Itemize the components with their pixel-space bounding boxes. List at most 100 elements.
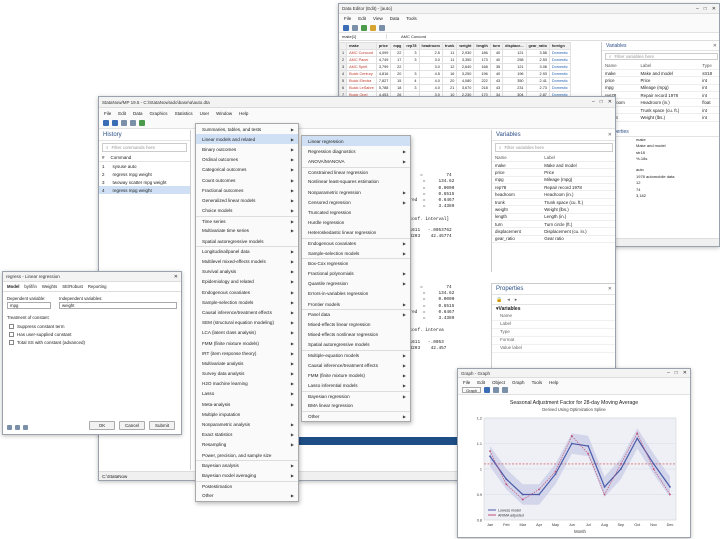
grid-cell[interactable]: 17 bbox=[390, 56, 405, 64]
save-icon[interactable] bbox=[343, 24, 349, 31]
variables-filter-input[interactable]: ⌕ Filter variables here bbox=[495, 143, 613, 152]
statistics-menu-item[interactable]: Bayesian analysis ▶ bbox=[196, 460, 298, 470]
close-icon[interactable]: ✕ bbox=[608, 99, 612, 105]
grid-cell[interactable]: Domestic bbox=[548, 63, 571, 71]
graph-menu-help[interactable]: Help bbox=[549, 380, 558, 385]
grid-cell[interactable]: AMC Concord bbox=[346, 49, 377, 57]
graph-menu-edit[interactable]: Edit bbox=[477, 380, 485, 385]
variable-row[interactable]: rep78 Repair record 1978 bbox=[492, 183, 615, 192]
independent-variables-input[interactable]: weight bbox=[59, 302, 177, 309]
statistics-menu-item[interactable]: Resampling ▶ bbox=[196, 440, 298, 450]
submit-button[interactable]: Submit bbox=[149, 421, 175, 430]
grid-cell[interactable]: 3 bbox=[403, 70, 420, 78]
reset-icon[interactable] bbox=[15, 425, 20, 430]
statistics-menu-item[interactable]: Categorical outcomes ▶ bbox=[196, 165, 298, 175]
grid-cell[interactable]: 3,350 bbox=[456, 56, 475, 64]
statistics-menu-item[interactable]: Survival analysis ▶ bbox=[196, 267, 298, 277]
variable-row[interactable]: trunkTrunk space (cu. ft.)int bbox=[602, 106, 719, 115]
statistics-menu-item[interactable]: Binary outcomes ▶ bbox=[196, 144, 298, 154]
grid-cell[interactable]: 168 bbox=[473, 63, 491, 71]
constant-option-checkbox[interactable]: Suppress constant term bbox=[9, 322, 175, 330]
grid-column-header[interactable]: price bbox=[375, 42, 392, 50]
property-field[interactable]: Value label bbox=[492, 345, 615, 353]
maximize-icon[interactable]: □ bbox=[704, 6, 707, 12]
variable-row[interactable]: price Price int bbox=[602, 76, 719, 85]
grid-cell[interactable]: 4 bbox=[403, 77, 420, 85]
log-icon[interactable] bbox=[130, 120, 136, 126]
grid-cell[interactable]: 43 bbox=[489, 77, 504, 85]
grid-cell[interactable]: 3 bbox=[403, 56, 420, 64]
grid-cell[interactable]: 3.0 bbox=[418, 63, 443, 71]
statistics-menu-item[interactable]: FMM (finite mixture models) ▶ bbox=[196, 338, 298, 348]
data-editor-variables-filter[interactable]: ⌕ Filter variables here bbox=[605, 53, 718, 60]
grid-cell[interactable]: 15 bbox=[390, 77, 405, 85]
history-item[interactable]: 4 regress mpg weight bbox=[99, 186, 190, 194]
grid-row-number[interactable]: 6 bbox=[339, 84, 348, 92]
statistics-menu-item[interactable]: Count outcomes ▶ bbox=[196, 175, 298, 185]
variables-icon[interactable] bbox=[361, 24, 367, 31]
grid-cell[interactable]: 196 bbox=[473, 70, 491, 78]
menu-statistics[interactable]: Statistics bbox=[175, 111, 193, 116]
grid-cell[interactable]: 40 bbox=[489, 56, 504, 64]
linear-menu-item[interactable]: Mixed-effects linear regression bbox=[302, 319, 410, 329]
grid-cell[interactable]: 12 bbox=[441, 63, 458, 71]
grid-cell[interactable]: 11 bbox=[441, 56, 458, 64]
variable-row[interactable]: headroomHeadroom (in.)float bbox=[602, 98, 719, 107]
grid-column-header[interactable]: weight bbox=[456, 42, 475, 50]
dialog-tab[interactable]: Weights bbox=[42, 284, 57, 289]
variable-row[interactable]: rep78Repair record 1978int bbox=[602, 91, 719, 100]
statistics-menu-item[interactable]: Time series ▶ bbox=[196, 215, 298, 226]
grid-cell[interactable]: 222 bbox=[473, 77, 491, 85]
linear-menu-item[interactable]: Constrained linear regression bbox=[302, 166, 410, 177]
grid-row-number[interactable]: 4 bbox=[339, 70, 348, 78]
variable-row[interactable]: mpg Mileage (mpg) bbox=[492, 176, 615, 185]
menu-user[interactable]: User bbox=[200, 111, 210, 116]
grid-column-header[interactable]: gear_ratio bbox=[525, 42, 550, 50]
property-field[interactable]: Type bbox=[492, 329, 615, 337]
grid-cell[interactable]: 2.93 bbox=[525, 70, 550, 78]
close-icon[interactable]: ✕ bbox=[713, 43, 717, 49]
history-item[interactable]: 2 regress mpg weight bbox=[99, 170, 190, 178]
grid-cell[interactable]: 350 bbox=[502, 77, 527, 85]
data-editor-menu-view[interactable]: View bbox=[373, 16, 383, 21]
menu-graphics[interactable]: Graphics bbox=[150, 111, 168, 116]
variable-row[interactable]: length Length (in.) bbox=[492, 213, 615, 222]
property-field[interactable]: Name bbox=[492, 313, 615, 321]
property-field[interactable]: Format bbox=[492, 337, 615, 345]
grid-row-number[interactable]: 5 bbox=[339, 77, 348, 85]
statistics-menu-item[interactable]: Survey data analysis ▶ bbox=[196, 369, 298, 379]
grid-cell[interactable]: 40 bbox=[489, 49, 504, 57]
linear-menu-item[interactable]: Linear regression bbox=[302, 136, 410, 147]
grid-column-header[interactable]: foreign bbox=[548, 42, 571, 50]
grid-cell[interactable]: 3.0 bbox=[418, 56, 443, 64]
linear-menu-item[interactable]: Sample-selection models ▶ bbox=[302, 248, 410, 258]
constant-option-checkbox[interactable]: Total SS with constant (advanced) bbox=[9, 338, 175, 346]
grid-cell[interactable]: 4,080 bbox=[456, 77, 475, 85]
statistics-menu-item[interactable]: Causal inference/treatment effects ▶ bbox=[196, 307, 298, 317]
menu-file[interactable]: File bbox=[104, 111, 111, 116]
history-item[interactable]: 1 sysuse auto bbox=[99, 162, 190, 170]
linear-menu-item[interactable]: BMA linear regression bbox=[302, 401, 410, 411]
grid-cell[interactable]: 4,749 bbox=[375, 56, 392, 64]
grid-cell[interactable]: 16 bbox=[441, 70, 458, 78]
cancel-button[interactable]: Cancel bbox=[119, 421, 145, 430]
grid-cell[interactable]: Domestic bbox=[548, 49, 571, 57]
data-editor-menu-tools[interactable]: Tools bbox=[406, 16, 417, 21]
statistics-menu-item[interactable]: IRT (item response theory) ▶ bbox=[196, 348, 298, 358]
grid-cell[interactable]: 4,099 bbox=[375, 49, 392, 57]
copy-icon[interactable] bbox=[23, 425, 28, 430]
close-icon[interactable]: ✕ bbox=[683, 370, 687, 376]
variable-row[interactable]: weight Weight (lbs.) bbox=[492, 205, 615, 214]
grid-column-header[interactable]: mpg bbox=[390, 42, 405, 50]
grid-cell[interactable]: 196 bbox=[502, 70, 527, 78]
grid-column-header[interactable]: headroom bbox=[418, 42, 443, 50]
grid-column-header[interactable]: trunk bbox=[441, 42, 458, 50]
grid-cell[interactable]: Domestic bbox=[548, 56, 571, 64]
grid-cell[interactable]: 173 bbox=[473, 56, 491, 64]
statistics-menu-item[interactable]: Ordinal outcomes ▶ bbox=[196, 155, 298, 165]
dialog-tab[interactable]: by/if/in bbox=[24, 284, 36, 289]
grid-cell[interactable]: 7,827 bbox=[375, 77, 392, 85]
grid-cell[interactable]: 3 bbox=[403, 49, 420, 57]
statistics-menu-item[interactable]: Bayesian model averaging ▶ bbox=[196, 470, 298, 480]
linear-menu-item[interactable]: Bayesian regression ▶ bbox=[302, 390, 410, 401]
